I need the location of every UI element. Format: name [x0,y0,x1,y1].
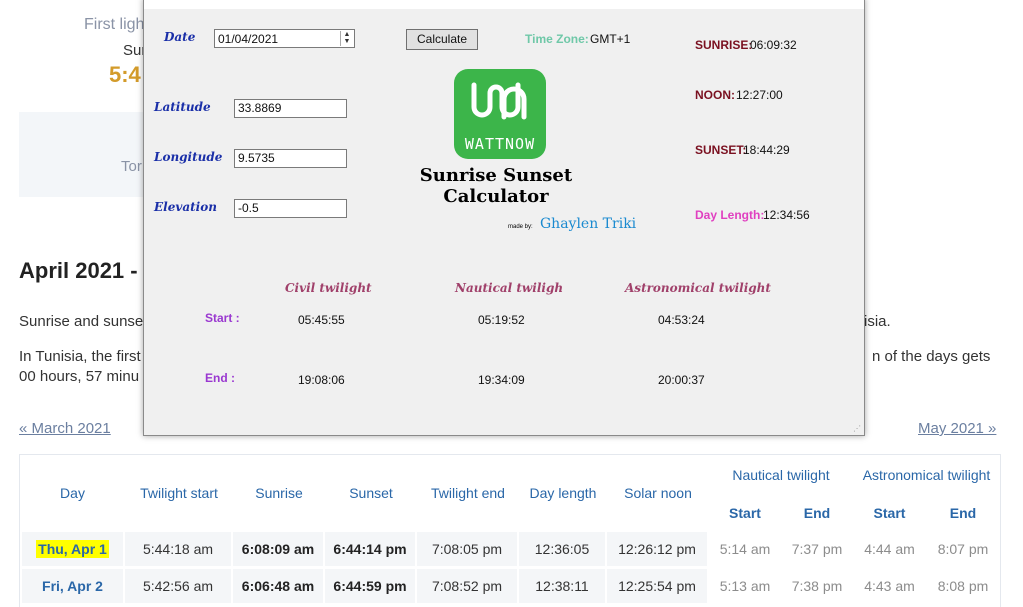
cell-nautical-start: 5:13 am [719,578,771,594]
first-light-time: 5:4 [109,62,141,87]
cell-astro-start: 4:43 am [864,578,915,594]
summary-paragraph-end: n of the days gets [872,348,991,365]
sunrise-result-value: 06:09:32 [750,38,797,52]
elevation-label: Elevation [154,200,217,214]
longitude-label: Longitude [154,150,223,164]
cell-astro-end: 8:07 pm [937,541,989,557]
cell-solar-noon: 12:25:54 pm [607,569,707,603]
date-label: Date [164,30,196,44]
cell-day-length: 12:36:05 [519,532,605,566]
first-light-label: First ligh [84,16,145,33]
cell-sunrise: 6:08:09 am [233,532,323,566]
astro-start-value: 04:53:24 [658,313,705,327]
date-picker[interactable]: 01/04/2021 ▲ ▼ [214,29,355,48]
summary-paragraph-start: In Tunisia, the first [19,348,141,365]
cell-twilight-end: 7:08:05 pm [417,532,517,566]
col-header-day-length: Day length [529,485,597,501]
sunset-result-value: 18:44:29 [743,143,790,157]
day-link[interactable]: Fri, Apr 2 [42,578,103,594]
noon-result-label: NOON: [695,88,735,102]
table-row-day[interactable]: Thu, Apr 1 [22,532,123,566]
app-title: Sunrise Sunset Calculator [376,165,616,207]
date-value: 01/04/2021 [218,32,279,46]
month-heading: April 2021 - [19,258,138,283]
resize-grip-icon[interactable]: ⋰ [853,424,862,433]
cell-nautical-end: 7:37 pm [791,541,843,557]
latitude-input[interactable] [234,99,347,118]
daylength-result-value: 12:34:56 [763,208,810,222]
longitude-input[interactable] [234,149,347,168]
cell-astro-end: 8:08 pm [937,578,989,594]
col-header-sunrise: Sunrise [255,485,303,501]
wattnow-logo-icon [471,82,527,120]
summary-paragraph-line2: 00 hours, 57 minu [19,368,140,385]
intro-paragraph-start: Sunrise and sunse [19,313,144,330]
col-header-twilight-end: Twilight end [431,485,505,501]
col-header-nautical-start: Start [729,505,761,521]
sunrise-table: Day Twilight start Sunrise Sunset Twilig… [19,454,1001,607]
date-spinner[interactable]: ▲ ▼ [340,31,353,46]
cell-solar-noon: 12:26:12 pm [607,532,707,566]
twilight-start-label: Start : [205,311,240,325]
astronomical-twilight-header: Astronomical twilight [625,281,771,295]
prev-month-link[interactable]: « March 2021 [19,420,111,437]
col-header-twilight-start: Twilight start [140,485,218,501]
col-header-astronomical: Astronomical twilight [862,467,991,483]
cell-twilight-start: 5:44:18 am [125,532,231,566]
nautical-end-value: 19:34:09 [478,373,525,387]
made-by-label: made by: [508,224,533,230]
astro-end-value: 20:00:37 [658,373,705,387]
app-title-line1: Sunrise Sunset [419,165,573,186]
calculate-button[interactable]: Calculate [406,29,478,50]
sunset-result-label: SUNSET: [695,143,747,157]
latitude-label: Latitude [154,100,211,114]
cell-sunset: 6:44:14 pm [325,532,415,566]
calculator-window[interactable]: Date 01/04/2021 ▲ ▼ Latitude Longitude E… [143,0,865,436]
elevation-input[interactable] [234,199,347,218]
cell-sunset: 6:44:59 pm [325,569,415,603]
intro-paragraph-end: isia. [864,313,891,330]
cell-day-length: 12:38:11 [519,569,605,603]
col-header-day: Day [60,485,85,501]
wattnow-logo: WATTNOW [454,69,546,159]
col-header-sunset: Sunset [349,485,393,501]
timezone-value: GMT+1 [590,32,631,46]
spinner-up-icon[interactable]: ▲ [341,31,353,38]
table-row-day[interactable]: Fri, Apr 2 [22,569,123,603]
cell-nautical-end: 7:38 pm [791,578,843,594]
cell-twilight-start: 5:42:56 am [125,569,231,603]
window-titlebar[interactable] [144,0,864,9]
col-header-astro-end: End [949,505,977,521]
sunrise-result-label: SUNRISE: [695,38,753,52]
civil-end-value: 19:08:06 [298,373,345,387]
cell-astro-start: 4:44 am [864,541,915,557]
timezone-label: Time Zone: [525,32,589,46]
next-month-link[interactable]: May 2021 » [918,420,996,437]
logo-text: WATTNOW [464,135,536,153]
cell-nautical-start: 5:14 am [719,541,771,557]
day-link[interactable]: Thu, Apr 1 [36,540,109,558]
cell-twilight-end: 7:08:52 pm [417,569,517,603]
tomorrow-label: Tor [121,158,142,175]
nautical-start-value: 05:19:52 [478,313,525,327]
col-header-nautical: Nautical twilight [732,467,830,483]
col-header-solar-noon: Solar noon [624,485,692,501]
nautical-twilight-header: Nautical twiligh [455,281,564,295]
cell-sunrise: 6:06:48 am [233,569,323,603]
col-header-nautical-end: End [803,505,831,521]
civil-twilight-header: Civil twilight [285,281,372,295]
col-header-astro-start: Start [873,505,906,521]
civil-start-value: 05:45:55 [298,313,345,327]
spinner-down-icon[interactable]: ▼ [341,38,353,45]
twilight-end-label: End : [205,371,235,385]
daylength-result-label: Day Length: [695,208,765,222]
app-title-line2: Calculator [443,186,549,207]
author-name: Ghaylen Triki [540,216,637,232]
noon-result-value: 12:27:00 [736,88,783,102]
